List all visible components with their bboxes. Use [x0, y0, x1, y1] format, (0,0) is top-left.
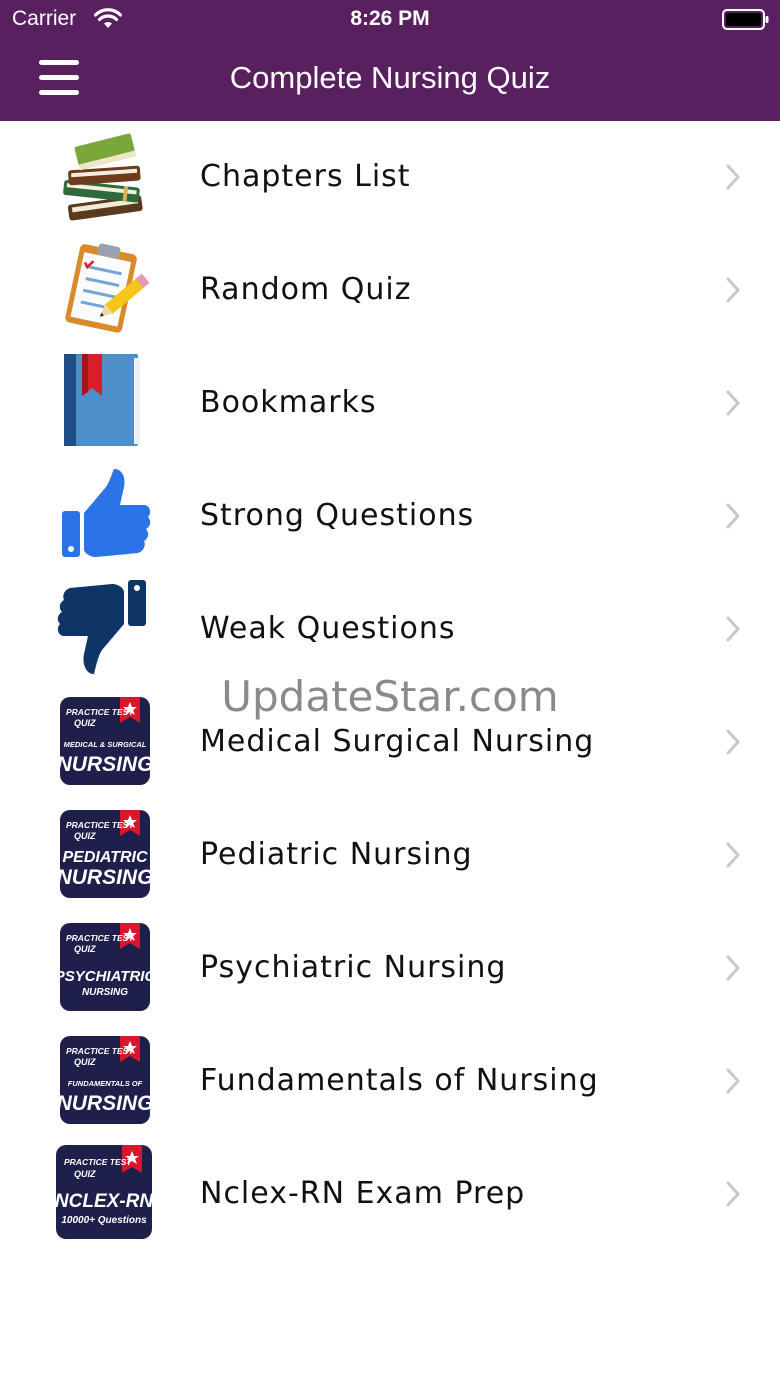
svg-text:10000+ Questions: 10000+ Questions — [61, 1215, 147, 1226]
menu-item-pediatric-nursing[interactable]: PRACTICE TEST QUIZ PEDIATRIC NURSING Ped… — [0, 799, 780, 912]
clipboard-pencil-icon — [54, 239, 154, 339]
menu-item-nclex-rn-exam-prep[interactable]: PRACTICE TEST QUIZ NCLEX-RN 10000+ Quest… — [0, 1138, 780, 1251]
chevron-right-icon — [724, 954, 742, 986]
menu-item-psychiatric-nursing[interactable]: PRACTICE TEST QUIZ PSYCHIATRIC NURSING P… — [0, 912, 780, 1025]
menu-item-weak-questions[interactable]: Weak Questions — [0, 573, 780, 686]
menu-item-label: Psychiatric Nursing — [200, 950, 507, 985]
navigation-bar: Complete Nursing Quiz — [0, 40, 780, 121]
svg-text:PSYCHIATRIC: PSYCHIATRIC — [55, 968, 154, 985]
battery-icon — [722, 9, 770, 35]
chevron-right-icon — [724, 728, 742, 760]
svg-text:PRACTICE TEST: PRACTICE TEST — [64, 1157, 132, 1167]
menu-item-label: Nclex-RN Exam Prep — [200, 1176, 526, 1211]
svg-text:QUIZ: QUIZ — [74, 1169, 96, 1179]
svg-text:QUIZ: QUIZ — [74, 718, 96, 728]
menu-item-label: Bookmarks — [200, 385, 377, 420]
svg-text:PRACTICE TEST: PRACTICE TEST — [66, 1046, 134, 1056]
svg-text:PEDIATRIC: PEDIATRIC — [62, 849, 147, 866]
page-title: Complete Nursing Quiz — [229, 60, 551, 95]
svg-text:PRACTICE TEST: PRACTICE TEST — [66, 707, 134, 717]
chevron-right-icon — [724, 1067, 742, 1099]
chevron-right-icon — [724, 1180, 742, 1212]
svg-text:PRACTICE TEST: PRACTICE TEST — [66, 933, 134, 943]
chevron-right-icon — [724, 502, 742, 534]
menu-item-label: Chapters List — [200, 159, 411, 194]
svg-text:NCLEX-RN: NCLEX-RN — [55, 1191, 154, 1212]
menu-item-label: Random Quiz — [200, 272, 412, 307]
menu-item-label: Fundamentals of Nursing — [200, 1063, 599, 1098]
app-badge-icon: PRACTICE TEST QUIZ PEDIATRIC NURSING — [54, 804, 154, 904]
svg-text:NURSING: NURSING — [57, 1092, 154, 1115]
thumbs-down-icon — [54, 578, 154, 678]
menu-list: Chapters List Random Quiz Bookmarks Stro… — [0, 121, 780, 1251]
chevron-right-icon — [724, 615, 742, 647]
app-badge-icon: PRACTICE TEST QUIZ FUNDAMENTALS OF NURSI… — [54, 1030, 154, 1130]
status-bar: Carrier 8:26 PM — [0, 0, 780, 40]
app-badge-icon: PRACTICE TEST QUIZ PSYCHIATRIC NURSING — [54, 917, 156, 1017]
svg-text:NURSING: NURSING — [82, 987, 128, 998]
bookmark-book-icon — [54, 352, 154, 452]
svg-text:FUNDAMENTALS OF: FUNDAMENTALS OF — [68, 1079, 143, 1088]
menu-item-fundamentals-of-nursing[interactable]: PRACTICE TEST QUIZ FUNDAMENTALS OF NURSI… — [0, 1025, 780, 1138]
menu-item-label: Medical Surgical Nursing — [200, 724, 595, 759]
svg-text:MEDICAL & SURGICAL: MEDICAL & SURGICAL — [64, 740, 147, 749]
app-badge-icon: PRACTICE TEST QUIZ MEDICAL & SURGICAL NU… — [54, 691, 154, 791]
svg-text:QUIZ: QUIZ — [74, 831, 96, 841]
svg-text:PRACTICE TEST: PRACTICE TEST — [66, 820, 134, 830]
menu-item-label: Pediatric Nursing — [200, 837, 473, 872]
books-icon — [54, 126, 154, 226]
thumbs-up-icon — [54, 465, 154, 565]
svg-text:QUIZ: QUIZ — [74, 944, 96, 954]
menu-item-medical-surgical-nursing[interactable]: PRACTICE TEST QUIZ MEDICAL & SURGICAL NU… — [0, 686, 780, 799]
menu-item-bookmarks[interactable]: Bookmarks — [0, 347, 780, 460]
svg-text:QUIZ: QUIZ — [74, 1057, 96, 1067]
menu-item-label: Weak Questions — [200, 611, 456, 646]
chevron-right-icon — [724, 163, 742, 195]
menu-item-strong-questions[interactable]: Strong Questions — [0, 460, 780, 573]
chevron-right-icon — [724, 389, 742, 421]
menu-item-chapters-list[interactable]: Chapters List — [0, 121, 780, 234]
svg-text:NURSING: NURSING — [57, 866, 154, 889]
menu-item-label: Strong Questions — [200, 498, 475, 533]
svg-text:NURSING: NURSING — [57, 753, 154, 776]
app-badge-icon: PRACTICE TEST QUIZ NCLEX-RN 10000+ Quest… — [54, 1143, 154, 1243]
clock-label: 8:26 PM — [350, 7, 430, 30]
menu-item-random-quiz[interactable]: Random Quiz — [0, 234, 780, 347]
chevron-right-icon — [724, 276, 742, 308]
chevron-right-icon — [724, 841, 742, 873]
